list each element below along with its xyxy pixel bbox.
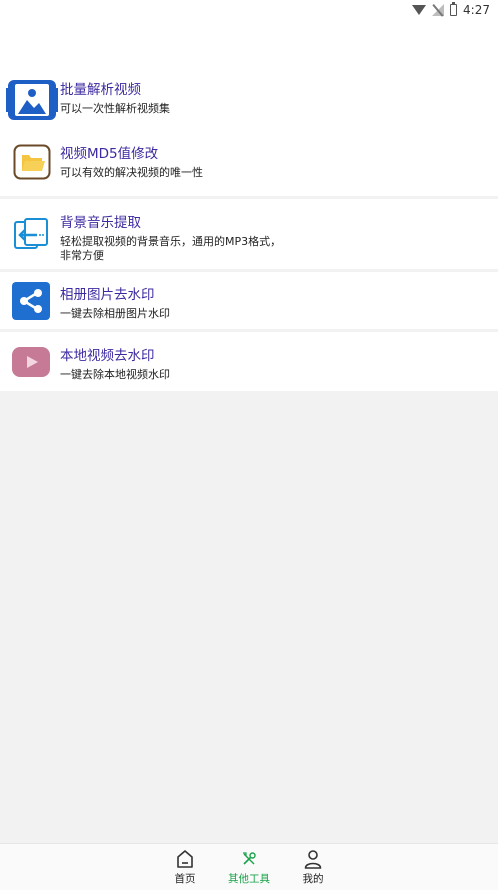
tool-desc-line1: 轻松提取视频的背景音乐，通用的MP3格式， [60, 235, 282, 248]
tool-desc: 可以一次性解析视频集 [60, 102, 170, 115]
user-icon [283, 848, 343, 870]
nav-label: 我的 [302, 873, 324, 885]
battery-icon [450, 2, 458, 16]
tools-icon [219, 848, 279, 870]
tool-title: 批量解析视频 [60, 82, 141, 98]
status-icons: 4:27 [412, 2, 490, 17]
tool-desc-line2: 非常方便 [60, 249, 104, 262]
share-icon [12, 282, 50, 324]
folder-icon [13, 144, 51, 184]
tool-desc: 一键去除本地视频水印 [60, 368, 170, 381]
play-video-icon [12, 347, 50, 381]
header-area [0, 24, 498, 74]
tool-title: 相册图片去水印 [60, 287, 155, 303]
status-time: 4:27 [463, 3, 490, 17]
tool-title: 视频MD5值修改 [60, 146, 159, 162]
tool-item-bgm-extract[interactable]: 背景音乐提取 轻松提取视频的背景音乐，通用的MP3格式， 非常方便 [0, 199, 498, 269]
nav-label: 其他工具 [228, 873, 270, 885]
nav-label: 首页 [174, 873, 196, 885]
extract-arrow-icon [13, 217, 49, 257]
tool-title: 背景音乐提取 [60, 215, 141, 231]
bottom-nav: 首页 其他工具 我的 [0, 843, 498, 890]
nav-item-home[interactable]: 首页 [155, 848, 215, 886]
tool-desc: 可以有效的解决视频的唯一性 [60, 166, 203, 179]
tool-item-video-watermark[interactable]: 本地视频去水印 一键去除本地视频水印 [0, 332, 498, 391]
tool-title: 本地视频去水印 [60, 348, 155, 364]
tool-item-md5[interactable]: 视频MD5值修改 可以有效的解决视频的唯一性 [0, 126, 498, 196]
home-icon [155, 848, 215, 870]
nav-item-me[interactable]: 我的 [283, 848, 343, 886]
tool-desc: 一键去除相册图片水印 [60, 307, 170, 320]
tool-item-batch-parse[interactable]: 批量解析视频 可以一次性解析视频集 [0, 74, 498, 126]
status-bar: 4:27 [0, 0, 498, 24]
nav-item-tools[interactable]: 其他工具 [219, 848, 279, 886]
image-gallery-icon [6, 78, 58, 126]
wifi-icon [412, 5, 427, 15]
tool-item-photo-watermark[interactable]: 相册图片去水印 一键去除相册图片水印 [0, 272, 498, 329]
no-signal-icon [432, 4, 445, 16]
